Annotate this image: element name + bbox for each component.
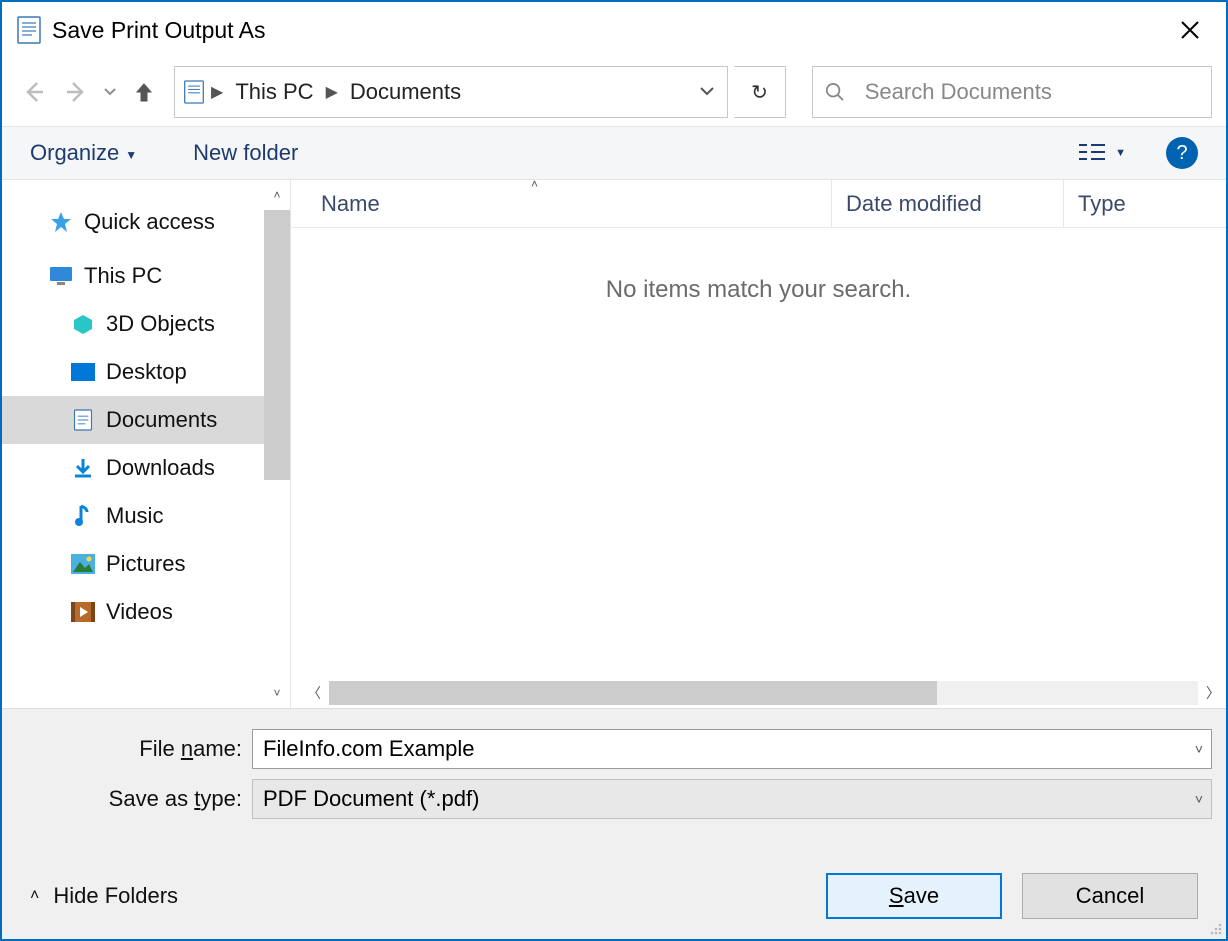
refresh-button[interactable]: ↻ [734, 66, 786, 118]
tree-music[interactable]: Music [2, 492, 290, 540]
help-button[interactable]: ? [1166, 137, 1198, 169]
scroll-left-icon[interactable]: 〈 [301, 683, 327, 703]
organize-menu[interactable]: Organize ▼ [30, 140, 137, 166]
column-type[interactable]: Type [1063, 180, 1126, 227]
saveastype-label: Save as type: [16, 786, 252, 812]
window-title: Save Print Output As [52, 17, 1162, 44]
chevron-down-icon[interactable]: ˅ [1195, 791, 1203, 807]
file-list-pane: ˄ Name Date modified Type No items match… [290, 180, 1226, 708]
nav-tree: ˄ ˅ Quick access This PC 3D Objects Desk… [2, 180, 290, 708]
close-button[interactable] [1162, 10, 1218, 50]
document-icon [70, 407, 96, 433]
hide-folders-toggle[interactable]: ˄ Hide Folders [30, 883, 178, 909]
new-folder-button[interactable]: New folder [193, 140, 298, 166]
download-icon [70, 455, 96, 481]
breadcrumb-documents[interactable]: Documents [344, 67, 467, 117]
filename-label: File name: [16, 736, 252, 762]
new-folder-label: New folder [193, 140, 298, 166]
chevron-down-icon[interactable]: ˅ [1195, 741, 1203, 757]
view-options[interactable]: ▼ [1079, 142, 1126, 164]
resize-grip-icon[interactable] [1206, 919, 1222, 935]
chevron-right-icon[interactable]: ▶ [205, 82, 229, 102]
filename-input[interactable]: FileInfo.com Example ˅ [252, 729, 1212, 769]
chevron-right-icon[interactable]: ▶ [320, 82, 344, 102]
tree-this-pc[interactable]: This PC [2, 252, 290, 300]
save-button[interactable]: Save [826, 873, 1002, 919]
back-button[interactable] [16, 74, 52, 110]
address-dropdown[interactable] [687, 87, 727, 97]
column-name[interactable]: ˄ Name [291, 191, 831, 217]
caret-down-icon: ▼ [125, 148, 137, 162]
tree-3d-objects[interactable]: 3D Objects [2, 300, 290, 348]
titlebar: Save Print Output As [2, 2, 1226, 58]
tree-downloads[interactable]: Downloads [2, 444, 290, 492]
search-input[interactable] [863, 78, 1199, 106]
desktop-icon [70, 359, 96, 385]
tree-scroll-up[interactable]: ˄ [266, 184, 288, 206]
breadcrumb-this-pc[interactable]: This PC [229, 67, 319, 117]
tree-videos[interactable]: Videos [2, 588, 290, 636]
tree-pictures[interactable]: Pictures [2, 540, 290, 588]
search-icon [825, 81, 845, 103]
sort-indicator-icon: ˄ [531, 177, 538, 191]
address-bar[interactable]: ▶ This PC ▶ Documents [174, 66, 728, 118]
tree-scrollbar[interactable] [264, 210, 290, 480]
pictures-icon [70, 551, 96, 577]
search-box[interactable] [812, 66, 1212, 118]
empty-message: No items match your search. [291, 276, 1226, 304]
nav-row: ▶ This PC ▶ Documents ↻ [2, 58, 1226, 126]
music-icon [70, 503, 96, 529]
save-dialog: Save Print Output As ▶ This PC ▶ Documen… [0, 0, 1228, 941]
list-view-icon [1079, 142, 1105, 164]
cube-icon [70, 311, 96, 337]
toolbar: Organize ▼ New folder ▼ ? [2, 126, 1226, 180]
organize-label: Organize [30, 140, 119, 166]
caret-up-icon: ˄ [30, 887, 39, 905]
horizontal-scrollbar[interactable]: 〈 〉 [301, 678, 1226, 708]
videos-icon [70, 599, 96, 625]
up-button[interactable] [126, 74, 162, 110]
star-icon [48, 209, 74, 235]
column-headers: ˄ Name Date modified Type [291, 180, 1226, 228]
tree-scroll-down[interactable]: ˅ [266, 682, 288, 704]
monitor-icon [48, 263, 74, 289]
tree-quick-access[interactable]: Quick access [2, 198, 290, 246]
tree-documents[interactable]: Documents [2, 396, 290, 444]
column-date-modified[interactable]: Date modified [831, 180, 1063, 227]
cancel-button[interactable]: Cancel [1022, 873, 1198, 919]
location-icon [175, 67, 205, 117]
document-icon [16, 15, 42, 45]
scrollbar-thumb[interactable] [329, 681, 937, 705]
saveastype-select[interactable]: PDF Document (*.pdf) ˅ [252, 779, 1212, 819]
recent-locations-dropdown[interactable] [100, 88, 120, 96]
forward-button[interactable] [58, 74, 94, 110]
caret-down-icon: ▼ [1115, 147, 1126, 159]
form-area: File name: FileInfo.com Example ˅ Save a… [2, 708, 1226, 939]
tree-desktop[interactable]: Desktop [2, 348, 290, 396]
scroll-right-icon[interactable]: 〉 [1200, 683, 1226, 703]
